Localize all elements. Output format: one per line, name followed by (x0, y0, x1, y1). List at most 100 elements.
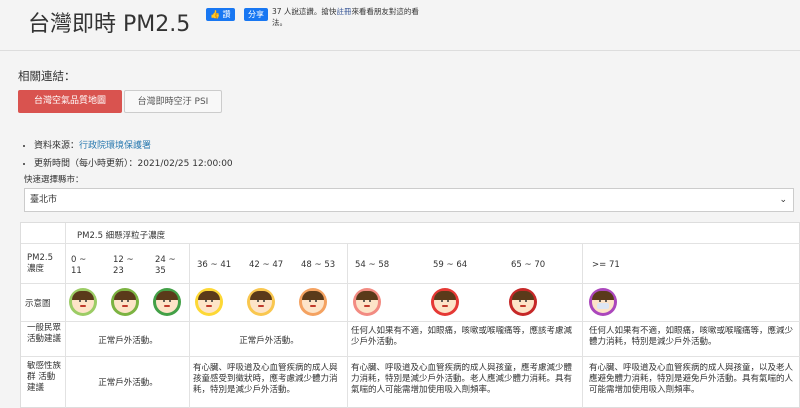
data-source-item: 資料來源：行政院環境保護署 (34, 137, 233, 155)
fb-like-button[interactable]: 👍 讚 (206, 8, 235, 21)
range-4: 42 ~ 47 (249, 260, 284, 270)
face-icon-level-10 (592, 291, 614, 313)
city-select-value: 臺北市 (30, 195, 58, 205)
hair (114, 291, 136, 300)
hair (302, 291, 324, 300)
sensitive-advice-3: 有心臟、呼吸道及心血管疾病的成人與孩童，應考慮減少體力消耗，特別是減少戶外活動。… (351, 363, 573, 395)
general-advice-2: 正常戶外活動。 (239, 336, 299, 346)
hair (198, 291, 220, 300)
table-row-divider (21, 283, 800, 284)
face-icon-level-1 (72, 291, 94, 313)
eye (447, 300, 449, 302)
fb-signup-link[interactable]: 註冊 (336, 7, 351, 16)
fb-share-button[interactable]: 分享 (244, 8, 268, 21)
sensitive-row-label: 敏感性族群 活動建議 (27, 361, 62, 393)
face-icon-level-8 (434, 291, 456, 313)
data-source-label: 資料來源： (34, 141, 80, 151)
fb-like-label: 讚 (222, 10, 231, 19)
eye (121, 300, 123, 302)
table-row-divider (21, 321, 800, 322)
info-list: 資料來源：行政院環境保護署 更新時間（每小時更新）：2021/02/25 12:… (34, 137, 233, 173)
mouth (258, 305, 264, 307)
table-col-divider (65, 223, 66, 408)
eye (599, 300, 601, 302)
chevron-down-icon: ⌄ (779, 195, 787, 205)
eye (169, 300, 171, 302)
mouth (310, 305, 316, 307)
face-icon-level-7 (356, 291, 378, 313)
hair (592, 291, 614, 300)
mouth (520, 305, 526, 307)
face-mask-icon (597, 303, 609, 309)
hair (72, 291, 94, 300)
hair (156, 291, 178, 300)
thumbs-up-icon: 👍 (210, 10, 220, 19)
range-2: 24 ~ 35 (155, 255, 176, 276)
table-row-divider (21, 243, 800, 244)
general-advice-1: 正常戶外活動。 (98, 336, 158, 346)
eye (163, 300, 165, 302)
hair (356, 291, 378, 300)
header-divider (0, 50, 800, 51)
range-8: 65 ~ 70 (511, 260, 546, 270)
mouth (442, 305, 448, 307)
icon-row-label: 示意圖 (25, 299, 51, 309)
updated-time-item: 更新時間（每小時更新）：2021/02/25 12:00:00 (34, 155, 233, 173)
general-advice-3: 任何人如果有不適，如眼痛，咳嗽或喉嚨痛等，應該考慮減少戶外活動。 (351, 326, 573, 347)
epa-link[interactable]: 行政院環境保護署 (79, 141, 151, 151)
related-links-label: 相關連結： (18, 69, 76, 83)
eye (369, 300, 371, 302)
mouth (364, 305, 370, 307)
face-icon-level-5 (250, 291, 272, 313)
general-advice-4: 任何人如果有不適，如眼痛，咳嗽或喉嚨痛等，應減少體力消耗，特別是減少戶外活動。 (589, 326, 794, 347)
page-title: 台灣即時 PM2.5 (28, 12, 191, 37)
mouth (164, 305, 170, 307)
eye (363, 300, 365, 302)
eye (309, 300, 311, 302)
eye (519, 300, 521, 302)
mouth (206, 305, 212, 307)
table-row-divider (21, 356, 800, 357)
eye (263, 300, 265, 302)
hair (434, 291, 456, 300)
sensitive-advice-2: 有心臟、呼吸道及心血管疾病的成人與孩童感受到徵狀時，應考慮減少體力消耗，特別是減… (193, 363, 338, 395)
face-icon-level-4 (198, 291, 220, 313)
eye (85, 300, 87, 302)
eye (441, 300, 443, 302)
face-icon-level-9 (512, 291, 534, 313)
eye (127, 300, 129, 302)
face-icon-level-3 (156, 291, 178, 313)
pm25-table: PM2.5 細懸浮粒子濃度 PM2.5 濃度 示意圖 一般民眾活動建議 敏感性族… (20, 222, 800, 408)
pm25-row-label: PM2.5 濃度 (27, 253, 53, 274)
fb-text-prefix: 37 人說這讚。搶快 (272, 7, 337, 16)
city-select[interactable]: 臺北市 ⌄ (24, 188, 794, 212)
hair (512, 291, 534, 300)
eye (315, 300, 317, 302)
table-col-divider (347, 243, 348, 408)
mouth (122, 305, 128, 307)
table-col-divider (189, 243, 190, 408)
general-row-label: 一般民眾活動建議 (27, 323, 62, 344)
range-0: 0 ~ 11 (71, 255, 87, 276)
range-3: 36 ~ 41 (197, 260, 232, 270)
section-header: PM2.5 細懸浮粒子濃度 (77, 231, 166, 241)
range-9: >= 71 (592, 260, 620, 270)
range-1: 12 ~ 23 (113, 255, 134, 276)
eye (525, 300, 527, 302)
eye (79, 300, 81, 302)
fb-like-count-text: 37 人說這讚。搶快註冊來看看朋友對這的看法。 (272, 6, 422, 28)
psi-button[interactable]: 台灣即時空汙 PSI (124, 90, 222, 113)
range-5: 48 ~ 53 (301, 260, 336, 270)
range-7: 59 ~ 64 (433, 260, 468, 270)
eye (605, 300, 607, 302)
mouth (80, 305, 86, 307)
table-col-divider (582, 243, 583, 408)
eye (211, 300, 213, 302)
range-6: 54 ~ 58 (355, 260, 390, 270)
face-icon-level-2 (114, 291, 136, 313)
hair (250, 291, 272, 300)
eye (205, 300, 207, 302)
air-quality-map-button[interactable]: 台灣空氣品質地圖 (18, 90, 122, 113)
sensitive-advice-4: 有心臟、呼吸道及心血管疾病的成人與孩童，以及老人應避免體力消耗，特別是避免戶外活… (589, 363, 794, 395)
face-icon-level-6 (302, 291, 324, 313)
